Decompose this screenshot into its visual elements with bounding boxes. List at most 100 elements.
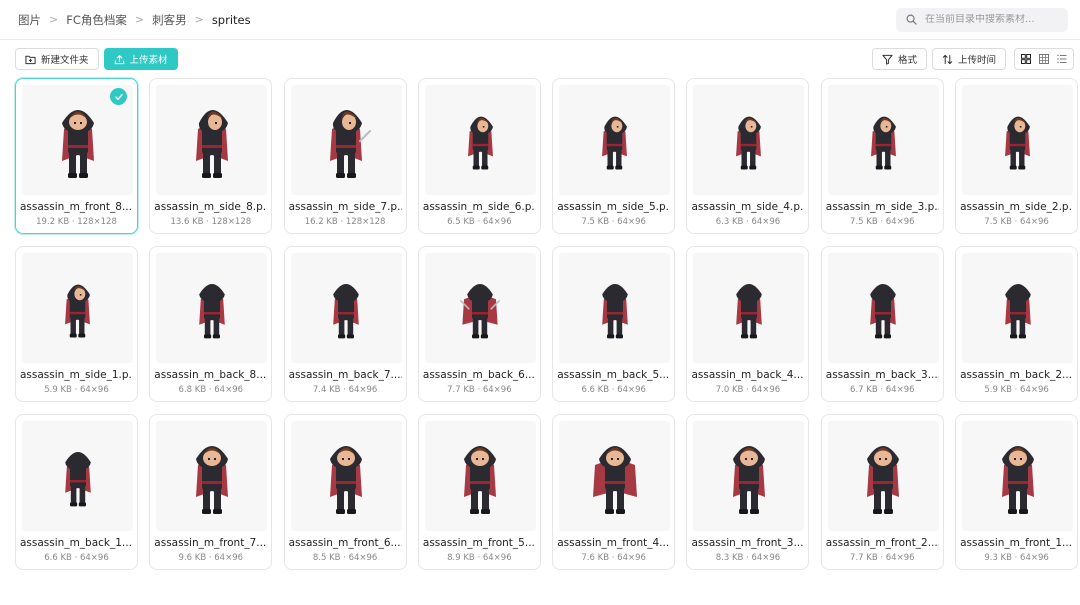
file-card[interactable]: assassin_m_front_8.... 19.2 KB · 128×128 <box>15 78 138 234</box>
file-card[interactable]: assassin_m_side_4.p... 6.3 KB · 64×96 <box>686 78 810 234</box>
file-card[interactable]: assassin_m_front_1.... 9.3 KB · 64×96 <box>955 414 1079 570</box>
file-meta: 7.4 KB · 64×96 <box>312 385 378 395</box>
chevron-right-icon: > <box>49 13 59 26</box>
file-name: assassin_m_front_6.... <box>288 537 402 549</box>
file-card[interactable]: assassin_m_back_6.... 7.7 KB · 64×96 <box>417 246 541 402</box>
chevron-right-icon: > <box>194 13 204 26</box>
file-meta: 9.6 KB · 64×96 <box>178 553 244 563</box>
file-name: assassin_m_side_7.p... <box>288 201 402 213</box>
file-card[interactable]: assassin_m_back_5.... 6.6 KB · 64×96 <box>552 246 676 402</box>
assassin-sprite-image <box>195 446 228 514</box>
file-card[interactable]: assassin_m_side_7.p... 16.2 KB · 128×128 <box>283 78 407 234</box>
file-card[interactable]: assassin_m_back_4.... 7.0 KB · 64×96 <box>686 246 810 402</box>
file-card[interactable]: assassin_m_side_2.p... 7.5 KB · 64×96 <box>955 78 1079 234</box>
file-meta: 13.6 KB · 128×128 <box>170 217 252 227</box>
file-thumbnail <box>962 85 1074 195</box>
file-meta: 7.7 KB · 64×96 <box>447 385 512 395</box>
file-card[interactable]: assassin_m_side_6.p... 6.5 KB · 64×96 <box>417 78 541 234</box>
file-card[interactable]: assassin_m_front_3.... 8.3 KB · 64×96 <box>686 414 810 570</box>
file-thumbnail <box>827 253 939 363</box>
assassin-sprite-image <box>464 446 497 514</box>
upload-button[interactable]: 上传素材 <box>103 48 178 70</box>
assassin-sprite-image <box>64 452 91 507</box>
file-meta: 8.3 KB · 64×96 <box>715 553 781 563</box>
new-folder-label: 新建文件夹 <box>41 55 89 66</box>
file-card[interactable]: assassin_m_back_2.... 5.9 KB · 64×96 <box>955 246 1079 402</box>
file-card[interactable]: assassin_m_side_3.p... 7.5 KB · 64×96 <box>820 78 944 234</box>
file-thumbnail <box>559 421 671 531</box>
file-name: assassin_m_side_8.p... <box>154 201 268 213</box>
file-meta: 6.6 KB · 64×96 <box>581 385 646 395</box>
list-view-button[interactable] <box>1054 50 1070 68</box>
file-thumbnail <box>156 253 268 363</box>
file-name: assassin_m_back_1.... <box>20 537 133 549</box>
file-card[interactable]: assassin_m_back_3.... 6.7 KB · 64×96 <box>820 246 944 402</box>
file-thumbnail <box>693 421 805 531</box>
breadcrumb-item-assassin-male[interactable]: 刺客男 <box>152 12 187 28</box>
file-card[interactable]: assassin_m_back_8.... 6.8 KB · 64×96 <box>149 246 273 402</box>
assassin-sprite-image <box>870 284 897 339</box>
file-card[interactable]: assassin_m_side_8.p... 13.6 KB · 128×128 <box>149 78 273 234</box>
small-grid-icon <box>1039 54 1049 64</box>
file-thumbnail <box>156 421 268 531</box>
file-name: assassin_m_front_1.... <box>960 537 1074 549</box>
selected-check-icon[interactable] <box>110 88 127 105</box>
file-name: assassin_m_back_7.... <box>288 369 402 381</box>
file-card[interactable]: assassin_m_back_1.... 6.6 KB · 64×96 <box>15 414 138 570</box>
breadcrumb-item-sprites[interactable]: sprites <box>212 13 251 27</box>
file-meta: 6.5 KB · 64×96 <box>447 217 512 227</box>
file-card[interactable]: assassin_m_front_2.... 7.7 KB · 64×96 <box>820 414 944 570</box>
file-meta: 5.9 KB · 64×96 <box>44 385 109 395</box>
file-meta: 9.3 KB · 64×96 <box>984 553 1049 563</box>
small-grid-view-button[interactable] <box>1036 50 1052 68</box>
file-name: assassin_m_side_5.p... <box>557 201 671 213</box>
file-thumbnail <box>290 85 402 195</box>
format-filter-button[interactable]: 格式 <box>871 48 927 70</box>
assassin-sprite-image <box>198 284 225 339</box>
file-name: assassin_m_side_3.p... <box>825 201 939 213</box>
file-meta: 7.5 KB · 64×96 <box>984 217 1049 227</box>
file-thumbnail <box>156 85 268 195</box>
breadcrumb-item-fc-archive[interactable]: FC角色档案 <box>66 12 127 28</box>
sort-icon <box>942 54 953 64</box>
breadcrumb: 图片 > FC角色档案 > 刺客男 > sprites <box>18 12 251 28</box>
file-card[interactable]: assassin_m_front_7.... 9.6 KB · 64×96 <box>149 414 273 570</box>
search-input[interactable] <box>925 14 1058 25</box>
large-grid-icon <box>1021 54 1031 64</box>
assassin-sprite-image <box>65 284 90 338</box>
search-icon <box>906 14 917 25</box>
assassin-sprite-image <box>601 284 628 339</box>
file-meta: 7.5 KB · 64×96 <box>850 217 915 227</box>
file-card[interactable]: assassin_m_front_6.... 8.5 KB · 64×96 <box>283 414 407 570</box>
toolbar: 新建文件夹 上传素材 格式 上传时间 <box>0 43 1080 75</box>
file-name: assassin_m_front_3.... <box>691 537 805 549</box>
file-thumbnail <box>827 85 939 195</box>
file-thumbnail <box>559 253 671 363</box>
file-thumbnail <box>693 253 805 363</box>
list-icon <box>1057 54 1067 64</box>
assassin-sprite-image <box>870 116 896 170</box>
file-thumbnail <box>290 253 402 363</box>
search-box[interactable] <box>896 7 1068 32</box>
file-card[interactable]: assassin_m_back_7.... 7.4 KB · 64×96 <box>283 246 407 402</box>
file-card[interactable]: assassin_m_front_4.... 7.6 KB · 64×96 <box>552 414 676 570</box>
file-meta: 7.6 KB · 64×96 <box>581 553 646 563</box>
new-folder-button[interactable]: 新建文件夹 <box>15 48 99 70</box>
large-grid-view-button[interactable] <box>1018 50 1034 68</box>
assassin-sprite-image <box>1004 284 1031 339</box>
file-name: assassin_m_side_2.p... <box>960 201 1074 213</box>
file-card[interactable]: assassin_m_side_5.p... 7.5 KB · 64×96 <box>552 78 676 234</box>
file-name: assassin_m_back_4.... <box>691 369 805 381</box>
file-name: assassin_m_back_8.... <box>154 369 268 381</box>
file-meta: 16.2 KB · 128×128 <box>304 217 386 227</box>
sort-button[interactable]: 上传时间 <box>931 48 1006 70</box>
file-meta: 19.2 KB · 128×128 <box>36 217 117 227</box>
upload-icon <box>114 54 124 64</box>
breadcrumb-item-images[interactable]: 图片 <box>18 12 41 28</box>
file-card[interactable]: assassin_m_front_5.... 8.9 KB · 64×96 <box>417 414 541 570</box>
file-thumbnail <box>22 421 133 531</box>
file-thumbnail <box>962 253 1074 363</box>
assassin-sprite-image <box>732 446 765 514</box>
file-thumbnail <box>559 85 671 195</box>
file-card[interactable]: assassin_m_side_1.p... 5.9 KB · 64×96 <box>15 246 138 402</box>
